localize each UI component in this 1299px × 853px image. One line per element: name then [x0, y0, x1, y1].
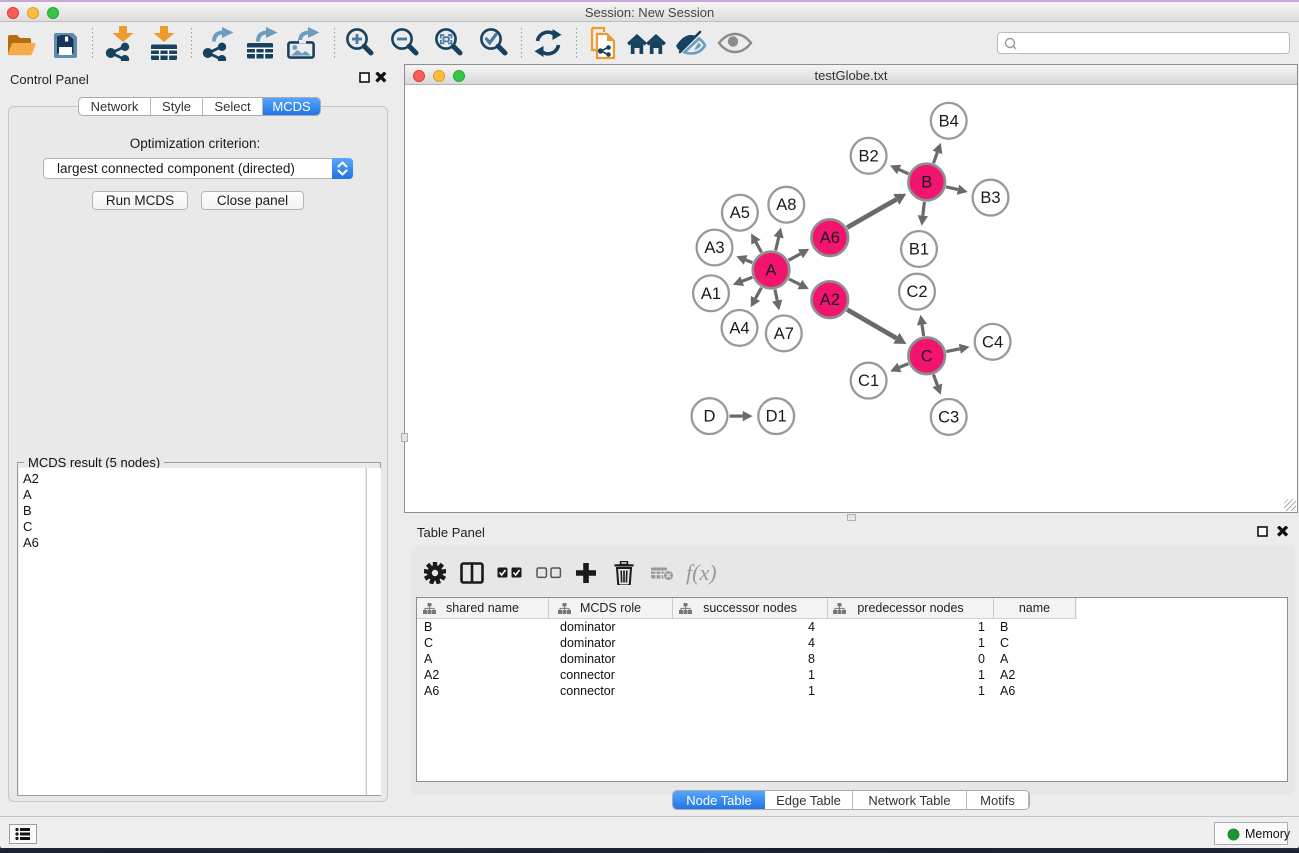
- svg-text:B4: B4: [939, 112, 959, 130]
- svg-text:A8: A8: [776, 196, 796, 214]
- svg-text:B3: B3: [980, 189, 1000, 207]
- svg-text:A5: A5: [730, 204, 750, 222]
- svg-text:C: C: [921, 347, 933, 365]
- svg-text:A2: A2: [820, 291, 840, 309]
- svg-text:A: A: [765, 262, 776, 280]
- svg-text:A3: A3: [704, 239, 724, 257]
- svg-text:C4: C4: [982, 333, 1003, 351]
- svg-text:D: D: [704, 408, 716, 426]
- svg-text:C2: C2: [906, 283, 927, 301]
- svg-text:A7: A7: [774, 325, 794, 343]
- svg-text:C3: C3: [938, 408, 959, 426]
- svg-text:A1: A1: [701, 285, 721, 303]
- svg-text:C1: C1: [858, 372, 879, 390]
- svg-text:D1: D1: [766, 408, 787, 426]
- svg-text:B1: B1: [909, 241, 929, 259]
- svg-text:A6: A6: [820, 229, 840, 247]
- svg-text:B2: B2: [859, 147, 879, 165]
- svg-text:A4: A4: [729, 319, 749, 337]
- svg-text:B: B: [921, 174, 932, 192]
